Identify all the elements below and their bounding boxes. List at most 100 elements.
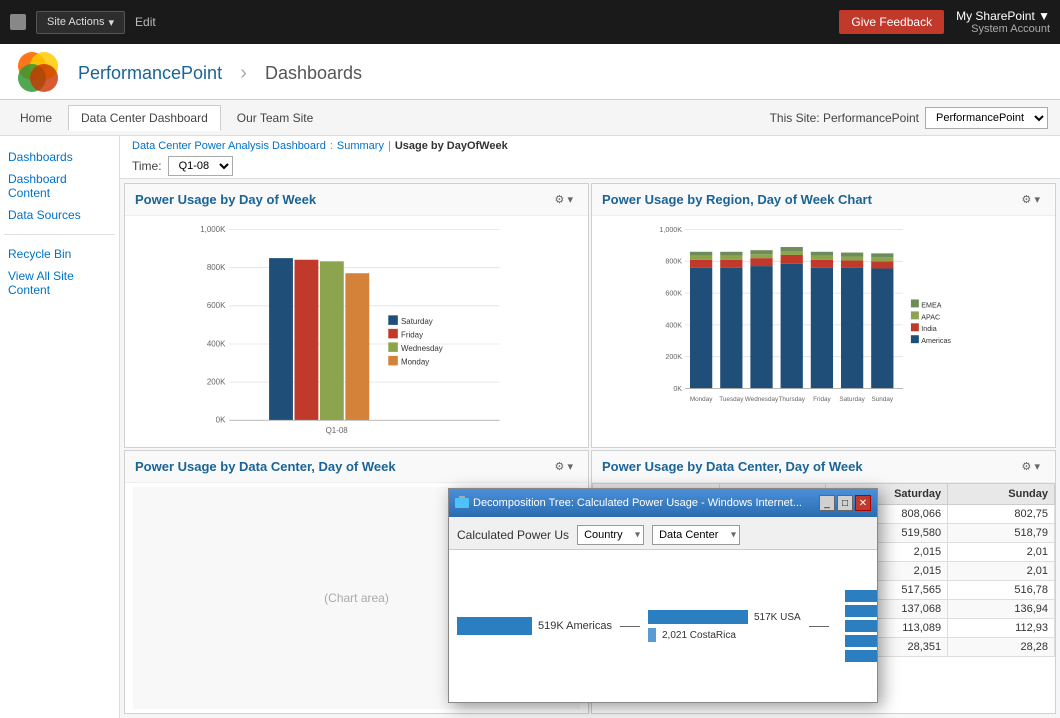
bottom2-bar (845, 650, 877, 662)
popup-datacenter-select-wrapper: Data Center ▾ (652, 525, 740, 545)
panel-bottom-left-settings[interactable]: ⚙ ▾ (550, 457, 578, 476)
my-sharepoint-menu[interactable]: My SharePoint ▼ System Account (956, 9, 1050, 35)
panel-bottom-right-settings[interactable]: ⚙ ▾ (1017, 457, 1045, 476)
tree-connector-1 (620, 596, 640, 656)
popup-measure-label: Calculated Power Us (457, 528, 569, 542)
svg-text:0K: 0K (216, 416, 226, 425)
popup-close-button[interactable]: ✕ (855, 495, 871, 511)
app-title-group: PerformancePoint › Dashboards (72, 59, 368, 85)
svg-text:800K: 800K (665, 258, 682, 266)
svg-text:200K: 200K (665, 353, 682, 361)
popup-title-text: Decomposition Tree: Calculated Power Usa… (473, 497, 802, 509)
svg-text:0K: 0K (673, 385, 682, 393)
sharepoint-icon (10, 14, 26, 30)
svg-text:Sunday: Sunday (872, 396, 894, 403)
time-label: Time: (132, 159, 162, 173)
svg-text:800K: 800K (207, 263, 226, 272)
level3-branches: 139K PacNW Prime 137K ChapelHill Comme..… (845, 590, 877, 662)
sidebar-item-dashboard-content[interactable]: Dashboard Content (0, 168, 119, 204)
panel-bottom-left-title: Power Usage by Data Center, Day of Week (135, 459, 396, 474)
site-selector-label: This Site: PerformancePoint (770, 111, 919, 125)
popup-country-select-wrapper: Country ▾ (577, 525, 644, 545)
svg-text:EMEA: EMEA (921, 301, 941, 309)
breadcrumb-dashboard-link[interactable]: Data Center Power Analysis Dashboard (132, 140, 326, 152)
svg-text:Friday: Friday (813, 396, 831, 403)
root-bar-label: 519K Americas (538, 620, 612, 632)
svg-text:Wednesday: Wednesday (401, 344, 443, 353)
right-stacked-chart: 1,000K 800K 600K 400K 200K 0K (600, 220, 1047, 443)
sub-bar-row-5: 59K Bottom 2 (845, 650, 877, 662)
svg-text:APAC: APAC (921, 313, 940, 321)
sidebar-item-view-all[interactable]: View All Site Content (0, 265, 119, 301)
root-node: 519K Americas (457, 617, 612, 635)
app-header: PerformancePoint › Dashboards (0, 44, 1060, 100)
breadcrumb-summary-link[interactable]: Summary (337, 140, 384, 152)
edit-link[interactable]: Edit (135, 15, 156, 29)
panel-left-title: Power Usage by Day of Week (135, 192, 316, 207)
panel-left-settings[interactable]: ⚙ ▾ (550, 190, 578, 209)
app-name: PerformancePoint › Dashboards (72, 59, 368, 84)
col-sunday: Sunday (948, 483, 1055, 504)
sidebar-item-data-sources[interactable]: Data Sources (0, 204, 119, 226)
sidebar-item-recycle-bin[interactable]: Recycle Bin (0, 243, 119, 265)
root-bar-row: 519K Americas (457, 617, 612, 635)
costarica-label: 2,021 CostaRica (662, 630, 736, 641)
svg-text:200K: 200K (207, 377, 226, 386)
decomp-popup-window: Decomposition Tree: Calculated Power Usa… (448, 488, 878, 703)
left-bar-chart: 1,000K 800K 600K 400K 200K 0K (133, 220, 580, 443)
popup-window-buttons: _ □ ✕ (819, 495, 871, 511)
breadcrumb-links: Data Center Power Analysis Dashboard : S… (132, 140, 1048, 152)
svg-text:Thursday: Thursday (778, 396, 805, 403)
costarica-branch: 2,021 CostaRica (648, 628, 801, 642)
site-selector: This Site: PerformancePoint PerformanceP… (770, 107, 1048, 129)
panel-right-settings[interactable]: ⚙ ▾ (1017, 190, 1045, 209)
panel-bottom-left-header: Power Usage by Data Center, Day of Week … (125, 451, 588, 483)
time-select-dropdown[interactable]: Q1-08 (168, 156, 233, 176)
popup-datacenter-select[interactable]: Data Center (652, 525, 740, 545)
svg-text:1,000K: 1,000K (200, 225, 226, 234)
popup-country-select[interactable]: Country (577, 525, 644, 545)
svg-text:Tuesday: Tuesday (719, 396, 744, 403)
app-logo (16, 50, 60, 94)
level2-branches: 517K USA 2,021 CostaRica (648, 610, 801, 642)
popup-title-bar: Decomposition Tree: Calculated Power Usa… (449, 489, 877, 517)
panel-right-title: Power Usage by Region, Day of Week Chart (602, 192, 872, 207)
svg-text:1,000K: 1,000K (659, 226, 682, 234)
breadcrumb-bar: Data Center Power Analysis Dashboard : S… (120, 136, 1060, 179)
my-sharepoint-label: My SharePoint ▼ (956, 9, 1050, 23)
popup-maximize-button[interactable]: □ (837, 495, 853, 511)
give-feedback-button[interactable]: Give Feedback (839, 10, 944, 34)
sub-bar-row-1: 139K PacNW Prime (845, 590, 877, 602)
site-actions-button[interactable]: Site Actions ▾ (36, 11, 125, 34)
panel-left-header: Power Usage by Day of Week ⚙ ▾ (125, 184, 588, 216)
svg-text:Americas: Americas (921, 337, 951, 345)
decomp-tree: 519K Americas 517K USA 2,021 CostaRica (457, 566, 877, 686)
time-filter: Time: Q1-08 (132, 156, 1048, 176)
svg-text:Q1-08: Q1-08 (326, 426, 349, 435)
top-bar: Site Actions ▾ Edit Give Feedback My Sha… (0, 0, 1060, 44)
svg-text:Saturday: Saturday (401, 317, 433, 326)
nav-data-center[interactable]: Data Center Dashboard (68, 105, 221, 131)
usa-branch: 517K USA (648, 610, 801, 624)
sidebar-section-admin: Recycle Bin View All Site Content (0, 243, 119, 301)
nav-home[interactable]: Home (12, 107, 60, 129)
svg-text:Wednesday: Wednesday (745, 396, 779, 403)
panel-bottom-right-title: Power Usage by Data Center, Day of Week (602, 459, 863, 474)
decomp-tree-area: 519K Americas 517K USA 2,021 CostaRica (449, 550, 877, 702)
pacnw-prime-bar (845, 590, 877, 602)
svg-text:Saturday: Saturday (839, 396, 865, 403)
nav-bar: Home Data Center Dashboard Our Team Site… (0, 100, 1060, 136)
popup-minimize-button[interactable]: _ (819, 495, 835, 511)
panel-left-tools: ⚙ ▾ (550, 190, 578, 209)
panel-right-tools: ⚙ ▾ (1017, 190, 1045, 209)
site-select-dropdown[interactable]: PerformancePoint (925, 107, 1048, 129)
popup-title-icon: Decomposition Tree: Calculated Power Usa… (455, 496, 802, 510)
panel-right-chart-area: 1,000K 800K 600K 400K 200K 0K (592, 216, 1055, 447)
sub-bar-row-2: 137K ChapelHill Comme... (845, 605, 877, 617)
costarica-bar (648, 628, 656, 642)
svg-text:600K: 600K (207, 301, 226, 310)
sidebar-item-dashboards[interactable]: Dashboards (0, 146, 119, 168)
svg-text:400K: 400K (665, 321, 682, 329)
nav-our-team[interactable]: Our Team Site (229, 107, 321, 129)
pacnw-comm-bar (845, 635, 877, 647)
